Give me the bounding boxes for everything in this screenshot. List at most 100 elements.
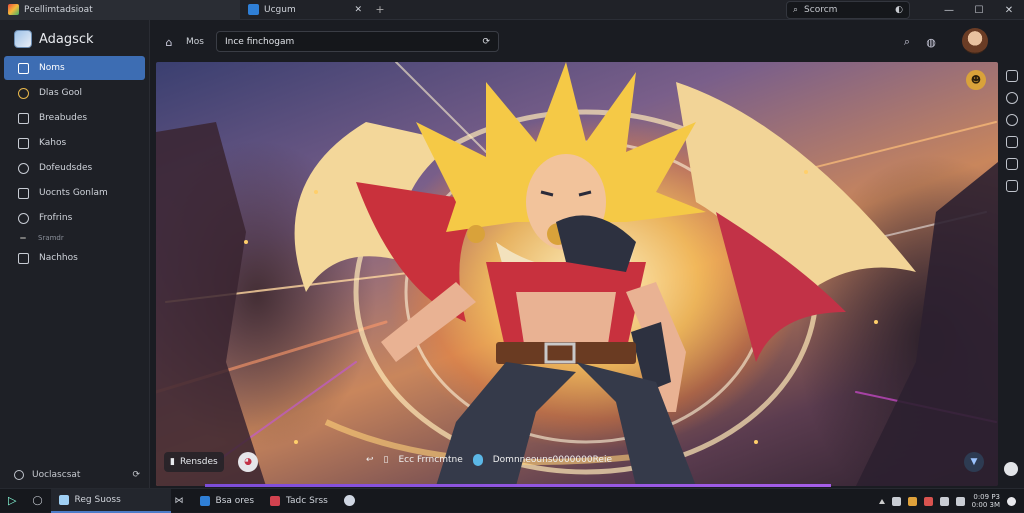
back-icon[interactable]: ↩	[366, 455, 374, 465]
refresh-icon[interactable]: ⟳	[132, 470, 140, 480]
grid-icon	[18, 62, 29, 74]
task-view-icon[interactable]: ⋈	[167, 489, 192, 513]
image-icon[interactable]	[1006, 158, 1018, 170]
taskbar: ▷ ◯ Reg Suoss ⋈ Bsa ores Tadc Srss 0:09 …	[0, 488, 1024, 513]
sidebar-item-label: Frofrins	[39, 213, 73, 223]
globe-icon[interactable]: ◍	[920, 31, 942, 53]
pin-icon[interactable]	[1006, 92, 1018, 104]
monitor-icon[interactable]	[1006, 180, 1018, 192]
close-tab-icon[interactable]: ✕	[354, 5, 362, 15]
globe-icon	[18, 212, 29, 224]
sidebar-item-5[interactable]: Dofeudsdes	[4, 156, 145, 180]
clock-time: 0:09 P3	[973, 493, 1000, 501]
book-icon[interactable]	[1006, 136, 1018, 148]
search-icon[interactable]: ⌕	[896, 31, 918, 53]
viewer-left-control[interactable]: ▮ Rensdes	[164, 452, 224, 472]
network-icon[interactable]	[891, 496, 901, 506]
tab-favicon-icon	[248, 4, 259, 15]
sidebar-item-label: Nachhos	[39, 253, 78, 263]
shield-tray-icon[interactable]	[907, 496, 917, 506]
new-tab-button[interactable]: +	[370, 3, 390, 16]
sidebar-item-label: Kahos	[39, 138, 67, 148]
browser-tab-1[interactable]: Pcellimtadsioat	[0, 0, 240, 20]
panel-icon: ▮	[170, 457, 175, 467]
taskbar-app-label: Tadc Srss	[286, 495, 328, 506]
browser-tab-2[interactable]: Ucgum ✕	[240, 0, 370, 20]
dash-icon	[20, 237, 26, 239]
sidebar-item-6[interactable]: Uocnts Gonlam	[4, 181, 145, 205]
home-icon[interactable]: ⌂	[158, 31, 180, 53]
taskbar-app-2[interactable]: Bsa ores	[192, 489, 262, 513]
assistant-icon[interactable]	[1004, 462, 1018, 476]
taskbar-app-3[interactable]: Tadc Srss	[262, 489, 336, 513]
start-icon[interactable]: ▷	[0, 489, 24, 513]
sidebar-item-home[interactable]: Noms	[4, 56, 145, 80]
record-icon[interactable]: ◕	[238, 452, 258, 472]
sidebar-item-label: Dlas Gool	[39, 88, 82, 98]
brand[interactable]: Adagsck	[0, 20, 149, 56]
hero-artwork	[156, 62, 998, 486]
title-search-box[interactable]: ⌕ Scorcm ◐	[786, 1, 910, 19]
viewer-left-label: Rensdes	[179, 457, 218, 467]
document-icon[interactable]: ▯	[384, 455, 389, 465]
square-icon	[18, 252, 29, 264]
app-tray-icon[interactable]	[923, 496, 933, 506]
image-viewer[interactable]: ☻ ▮ Rensdes ◕ ↩ ▯ Ecc Frrncmtne Domnneou…	[156, 62, 998, 486]
caption-text-1: Ecc Frrncmtne	[398, 455, 463, 465]
close-window-button[interactable]: ✕	[994, 0, 1024, 20]
sidebar-item-label: Sramdr	[38, 234, 64, 242]
sidebar-item-label: Uocnts Gonlam	[39, 188, 108, 198]
notification-icon[interactable]	[1007, 496, 1016, 506]
sidebar-footer-label: Uoclascsat	[32, 470, 81, 480]
search-placeholder: Scorcm	[804, 5, 838, 15]
system-tray: 0:09 P3 0:00 3M	[878, 489, 1016, 513]
sidebar-item-8[interactable]: Sramdr	[4, 231, 145, 245]
sidebar: Adagsck Noms Dlas Gool Breabudes Kahos D…	[0, 20, 150, 488]
battery-icon[interactable]	[955, 496, 965, 506]
taskbar-app-label: Reg Suoss	[74, 494, 121, 505]
circle-app-icon	[343, 495, 355, 506]
sidebar-item-9[interactable]: Nachhos	[4, 246, 145, 270]
progress-bar	[205, 484, 831, 487]
settings-icon[interactable]: ◐	[895, 5, 903, 15]
clock-date: 0:00 3M	[971, 501, 1000, 509]
taskbar-app-1[interactable]: Reg Suoss	[50, 488, 171, 513]
volume-icon[interactable]	[939, 496, 949, 506]
search-icon: ⌕	[793, 5, 799, 15]
top-toolbar: ⌂ Mos Ince finchogam ⟳ ⌕ ◍	[158, 28, 1006, 56]
sidebar-footer[interactable]: Uoclascsat ⟳	[14, 470, 140, 480]
avatar[interactable]	[962, 28, 988, 54]
sidebar-item-label: Breabudes	[39, 113, 88, 123]
taskbar-app-4[interactable]	[336, 489, 363, 513]
compass-icon[interactable]	[1006, 114, 1018, 126]
coin-icon	[18, 87, 29, 99]
tab-label: Pcellimtadsioat	[24, 4, 93, 15]
chevron-up-icon[interactable]	[878, 498, 885, 504]
sidebar-item-7[interactable]: Frofrins	[4, 206, 145, 230]
sidebar-item-4[interactable]: Kahos	[4, 131, 145, 155]
chat-icon[interactable]	[1006, 70, 1018, 82]
shoulder-gem-left	[467, 225, 485, 243]
sidebar-item-3[interactable]: Breabudes	[4, 106, 145, 130]
shield-icon[interactable]: ▼	[964, 452, 984, 472]
clock[interactable]: 0:09 P3 0:00 3M	[972, 493, 1000, 509]
sidebar-item-label: Dofeudsdes	[39, 163, 93, 173]
maximize-button[interactable]: ☐	[964, 0, 994, 20]
folder-icon	[18, 137, 29, 149]
favorite-icon[interactable]: ☻	[966, 70, 986, 90]
app-icon	[8, 4, 19, 15]
app-icon	[270, 495, 281, 506]
taskbar-search-icon[interactable]: ◯	[24, 489, 50, 513]
reload-icon[interactable]: ⟳	[482, 37, 490, 47]
address-bar[interactable]: Ince finchogam ⟳	[216, 31, 499, 52]
caption-text-2: Domnneouns0000000Reie	[492, 455, 613, 465]
rock-left	[156, 122, 266, 486]
viewer-caption-bar: ↩ ▯ Ecc Frrncmtne Domnneouns0000000Reie	[366, 454, 612, 466]
title-bar: Pcellimtadsioat Ucgum ✕ + ⌕ Scorcm ◐ — ☐…	[0, 0, 1024, 20]
square-icon	[18, 112, 29, 124]
sidebar-item-2[interactable]: Dlas Gool	[4, 81, 145, 105]
minimize-button[interactable]: —	[934, 0, 964, 20]
breadcrumb[interactable]: Mos	[186, 37, 204, 47]
app-icon	[199, 495, 210, 506]
home-icon	[18, 187, 29, 199]
